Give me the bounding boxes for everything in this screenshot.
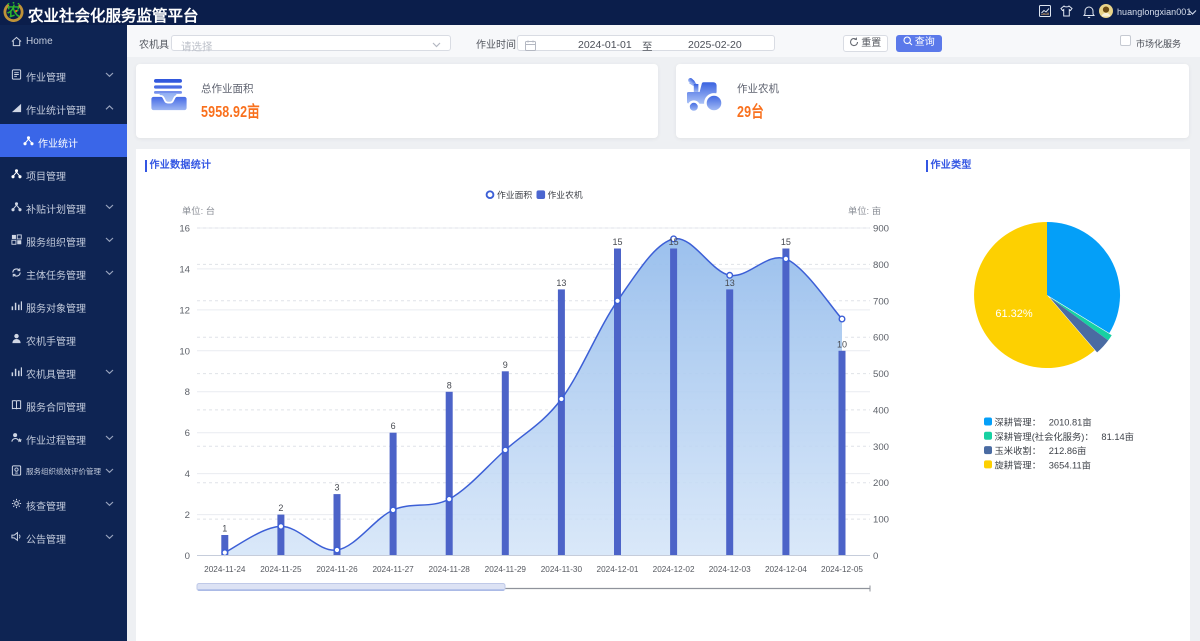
svg-text:旋耕管理： 3654.11亩: 旋耕管理： 3654.11亩 bbox=[995, 459, 1091, 470]
svg-text:6: 6 bbox=[391, 421, 396, 431]
svg-text:4: 4 bbox=[185, 469, 191, 480]
svg-text:900: 900 bbox=[873, 224, 889, 235]
svg-text:2024-12-01: 2024-12-01 bbox=[597, 565, 639, 574]
svg-text:200: 200 bbox=[873, 478, 889, 489]
svg-text:2024-12-05: 2024-12-05 bbox=[821, 565, 863, 574]
svg-text:15: 15 bbox=[669, 237, 679, 247]
svg-text:2024-11-27: 2024-11-27 bbox=[372, 565, 414, 574]
svg-text:10: 10 bbox=[179, 346, 190, 357]
svg-text:6: 6 bbox=[185, 428, 190, 439]
svg-text:0: 0 bbox=[873, 551, 878, 562]
svg-text:2024-12-03: 2024-12-03 bbox=[709, 565, 751, 574]
svg-text:14: 14 bbox=[179, 264, 190, 275]
svg-text:12: 12 bbox=[179, 305, 190, 316]
svg-text:9: 9 bbox=[503, 360, 508, 370]
svg-text:玉米收割： 212.86亩: 玉米收割： 212.86亩 bbox=[995, 445, 1087, 456]
svg-text:15: 15 bbox=[781, 237, 791, 247]
svg-text:深耕管理(社会化服务)： 81.14亩: 深耕管理(社会化服务)： 81.14亩 bbox=[995, 431, 1134, 442]
svg-text:600: 600 bbox=[873, 333, 889, 344]
svg-text:700: 700 bbox=[873, 296, 889, 307]
svg-text:2024-12-02: 2024-12-02 bbox=[653, 565, 695, 574]
svg-text:8: 8 bbox=[447, 380, 452, 390]
svg-text:16: 16 bbox=[179, 224, 190, 235]
svg-text:单位: 亩: 单位: 亩 bbox=[848, 205, 881, 216]
svg-text:作业面积: 作业面积 bbox=[497, 189, 532, 200]
svg-text:800: 800 bbox=[873, 260, 889, 271]
svg-text:1: 1 bbox=[222, 524, 227, 534]
svg-text:2024-11-25: 2024-11-25 bbox=[260, 565, 302, 574]
svg-text:作业农机: 作业农机 bbox=[548, 189, 583, 200]
svg-text:2024-11-28: 2024-11-28 bbox=[429, 565, 471, 574]
svg-text:单位: 台: 单位: 台 bbox=[182, 205, 215, 216]
svg-text:深耕管理： 2010.81亩: 深耕管理： 2010.81亩 bbox=[995, 417, 1092, 428]
svg-text:2024-11-30: 2024-11-30 bbox=[541, 565, 583, 574]
svg-text:3: 3 bbox=[334, 483, 339, 493]
svg-text:15: 15 bbox=[612, 237, 622, 247]
svg-text:500: 500 bbox=[873, 369, 889, 380]
svg-text:10: 10 bbox=[837, 339, 847, 349]
svg-text:13: 13 bbox=[725, 278, 735, 288]
svg-text:61.32%: 61.32% bbox=[995, 308, 1033, 320]
svg-text:8: 8 bbox=[185, 387, 190, 398]
svg-text:2024-12-04: 2024-12-04 bbox=[765, 565, 807, 574]
svg-text:300: 300 bbox=[873, 442, 889, 453]
svg-text:农: 农 bbox=[6, 4, 20, 19]
svg-text:2024-11-26: 2024-11-26 bbox=[316, 565, 358, 574]
svg-text:0: 0 bbox=[185, 551, 190, 562]
svg-text:100: 100 bbox=[873, 515, 889, 526]
svg-text:2: 2 bbox=[278, 503, 283, 513]
svg-text:2: 2 bbox=[185, 510, 190, 521]
svg-text:400: 400 bbox=[873, 405, 889, 416]
svg-text:2024-11-24: 2024-11-24 bbox=[204, 565, 246, 574]
svg-text:2024-11-29: 2024-11-29 bbox=[485, 565, 527, 574]
svg-text:13: 13 bbox=[556, 278, 566, 288]
